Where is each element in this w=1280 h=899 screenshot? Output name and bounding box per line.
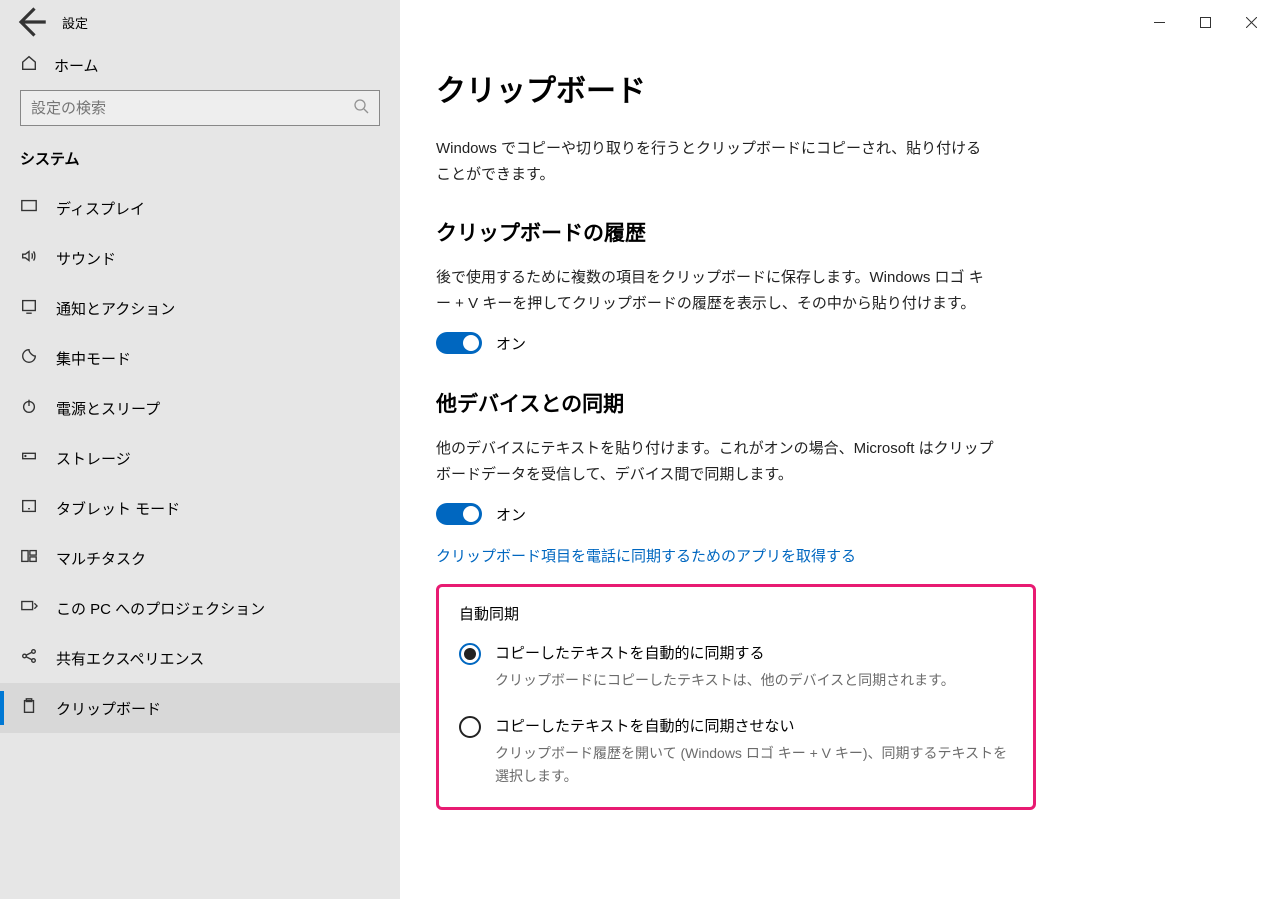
sync-desc: 他のデバイスにテキストを貼り付けます。これがオンの場合、Microsoft はク… [436,436,996,487]
sync-heading: 他デバイスとの同期 [436,388,1244,418]
focus-icon [20,347,38,369]
search-box[interactable] [20,90,380,126]
radio-label: コピーしたテキストを自動的に同期させない [495,715,1013,736]
page-title: クリップボード [436,66,1244,110]
nav-label: サウンド [56,248,116,269]
search-input[interactable] [31,100,353,117]
auto-sync-heading: 自動同期 [459,603,1013,624]
sync-toggle[interactable] [436,503,482,525]
clipboard-icon [20,697,38,719]
history-desc: 後で使用するために複数の項目をクリップボードに保存します。Windows ロゴ … [436,265,996,316]
storage-icon [20,447,38,469]
notifications-icon [20,297,38,319]
nav-label: ストレージ [56,448,131,469]
intro-text: Windows でコピーや切り取りを行うとクリップボードにコピーされ、貼り付ける… [436,136,996,187]
nav-label: クリップボード [56,698,161,719]
radio-desc: クリップボード履歴を開いて (Windows ロゴ キー + V キー)、同期す… [495,742,1013,787]
radio-desc: クリップボードにコピーしたテキストは、他のデバイスと同期されます。 [495,669,955,691]
nav-label: タブレット モード [56,498,180,519]
history-toggle[interactable] [436,332,482,354]
app-title: 設定 [62,13,88,32]
nav-notifications[interactable]: 通知とアクション [0,283,400,333]
history-toggle-label: オン [496,333,526,354]
multitask-icon [20,547,38,569]
nav-sound[interactable]: サウンド [0,233,400,283]
sync-toggle-label: オン [496,504,526,525]
nav-multitask[interactable]: マルチタスク [0,533,400,583]
nav-label: 電源とスリープ [56,398,160,419]
nav-label: 集中モード [56,348,131,369]
nav-label: ディスプレイ [56,198,145,219]
settings-window: 設定 ホーム システム ディスプレイ [0,0,1280,899]
nav-storage[interactable]: ストレージ [0,433,400,483]
radio-icon [459,643,481,665]
nav-display[interactable]: ディスプレイ [0,183,400,233]
radio-auto-sync-off[interactable]: コピーしたテキストを自動的に同期させない クリップボード履歴を開いて (Wind… [459,715,1013,787]
history-heading: クリップボードの履歴 [436,217,1244,247]
main-content: クリップボード Windows でコピーや切り取りを行うとクリップボードにコピー… [400,44,1280,899]
search-icon [353,98,369,119]
nav-focus[interactable]: 集中モード [0,333,400,383]
sound-icon [20,247,38,269]
shared-icon [20,647,38,669]
nav-shared[interactable]: 共有エクスペリエンス [0,633,400,683]
auto-sync-section: 自動同期 コピーしたテキストを自動的に同期する クリップボードにコピーしたテキス… [436,584,1036,810]
nav-clipboard[interactable]: クリップボード [0,683,400,733]
nav-projection[interactable]: この PC へのプロジェクション [0,583,400,633]
category-label: システム [0,148,400,183]
nav-label: この PC へのプロジェクション [56,598,265,619]
radio-icon [459,716,481,738]
minimize-button[interactable] [1136,0,1182,44]
maximize-button[interactable] [1182,0,1228,44]
back-button[interactable] [12,4,48,40]
nav-power[interactable]: 電源とスリープ [0,383,400,433]
nav-label: マルチタスク [56,548,146,569]
sidebar: ホーム システム ディスプレイ サウンド 通知とアクション [0,44,400,899]
nav-label: 通知とアクション [56,298,175,319]
nav-label: 共有エクスペリエンス [56,648,204,669]
home-label: ホーム [54,55,99,76]
power-icon [20,397,38,419]
home-icon [20,54,38,76]
title-bar: 設定 [0,0,1280,44]
close-button[interactable] [1228,0,1274,44]
radio-label: コピーしたテキストを自動的に同期する [495,642,955,663]
nav-list: ディスプレイ サウンド 通知とアクション 集中モード 電源とスリープ [0,183,400,733]
sync-app-link[interactable]: クリップボード項目を電話に同期するためのアプリを取得する [436,545,1244,566]
projection-icon [20,597,38,619]
home-nav[interactable]: ホーム [0,44,400,90]
nav-tablet[interactable]: タブレット モード [0,483,400,533]
radio-auto-sync-on[interactable]: コピーしたテキストを自動的に同期する クリップボードにコピーしたテキストは、他の… [459,642,1013,691]
tablet-icon [20,497,38,519]
display-icon [20,197,38,219]
